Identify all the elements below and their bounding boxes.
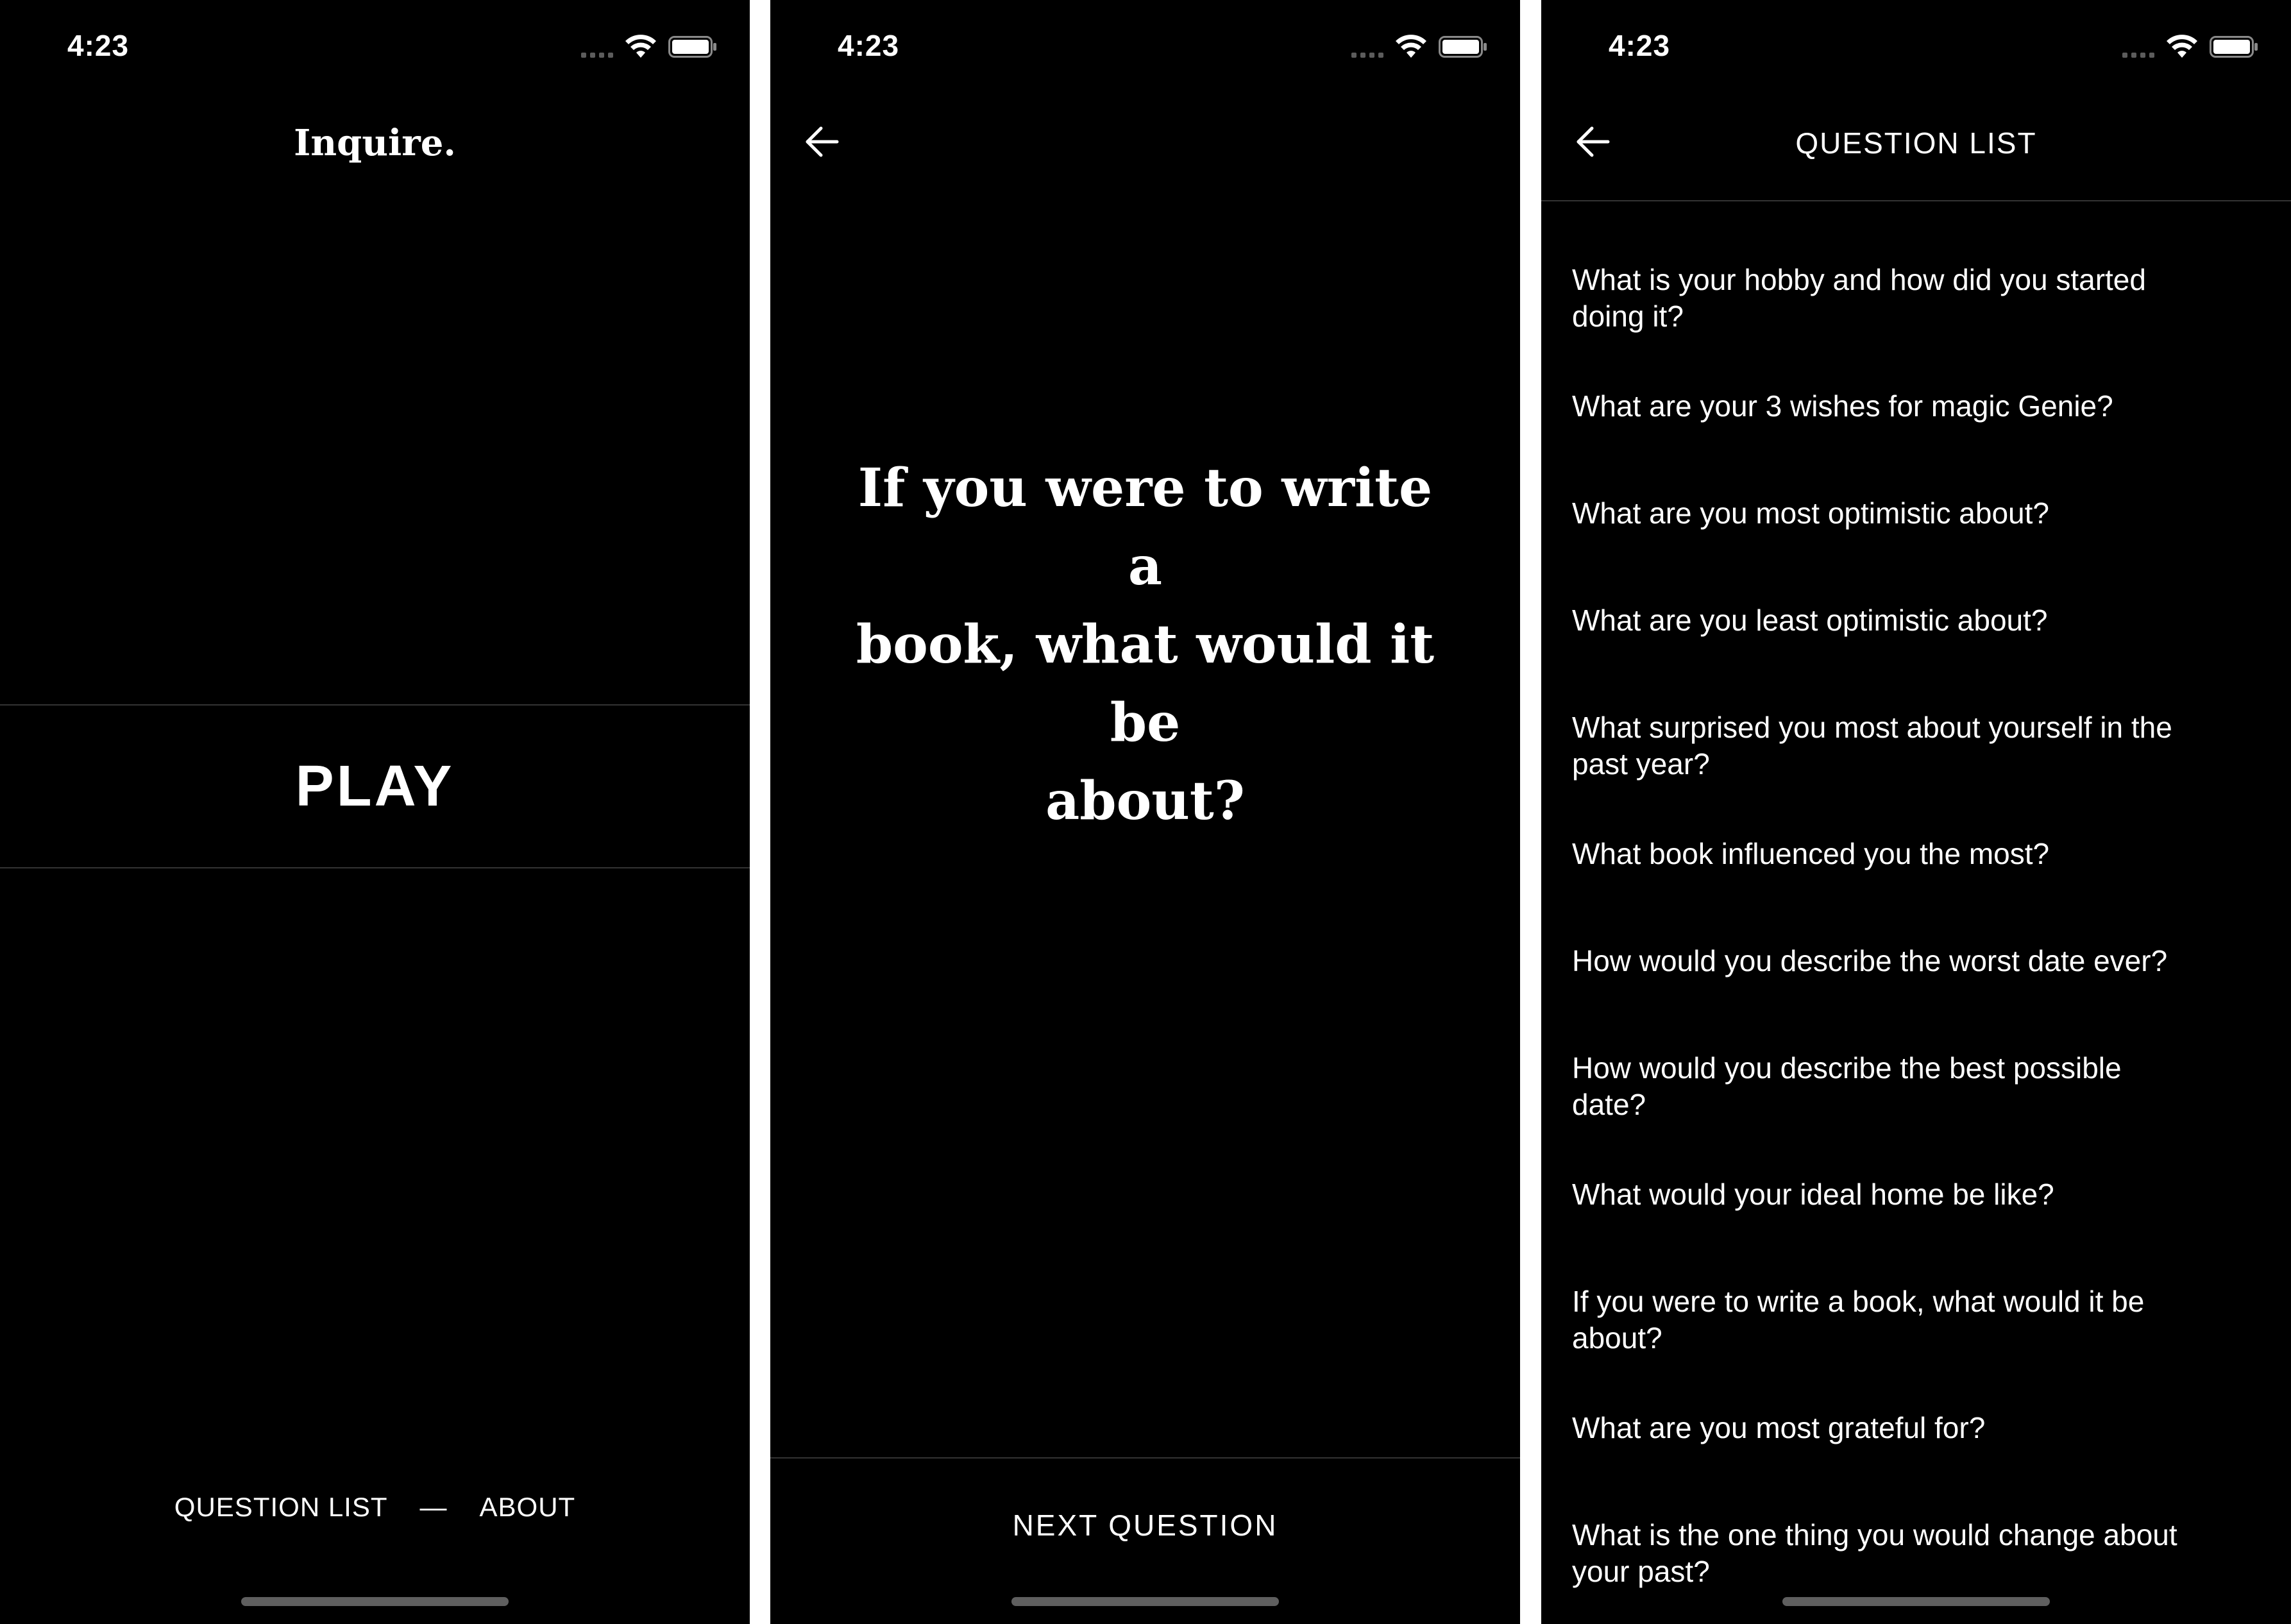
list-item-line: If you were to write a book, what would … — [1572, 1285, 2145, 1318]
list-item-line: What are your 3 wishes for magic Genie? — [1572, 389, 2113, 423]
wifi-icon — [625, 35, 656, 58]
list-item-line: What book influenced you the most? — [1572, 837, 2050, 870]
list-item[interactable]: What are you most optimistic about? — [1572, 495, 2265, 532]
home-indicator[interactable] — [1782, 1597, 2050, 1606]
list-item[interactable]: What surprised you most about yourself i… — [1572, 709, 2265, 782]
app-logo: Inquire. — [294, 122, 456, 164]
list-item[interactable]: What are you most grateful for? — [1572, 1410, 2265, 1446]
list-item-line: What would your ideal home be like? — [1572, 1178, 2054, 1211]
question-list: What is your hobby and how did you start… — [1572, 262, 2265, 1624]
question-line: book, what would it be — [856, 614, 1435, 754]
wifi-icon — [2167, 35, 2197, 58]
signal-icon — [2122, 53, 2156, 58]
list-item-line: What are you most optimistic about? — [1572, 496, 2049, 530]
signal-icon — [581, 53, 614, 58]
question-list-link[interactable]: QUESTION LIST — [174, 1492, 388, 1523]
home-indicator[interactable] — [1011, 1597, 1279, 1606]
list-item-line: date? — [1572, 1088, 1646, 1121]
status-time: 4:23 — [838, 29, 900, 62]
status-time: 4:23 — [1609, 29, 1671, 62]
list-item-line: doing it? — [1572, 300, 1684, 333]
screenshot-canvas: 4:23 Inquire. PLAY QUESTION LIST — ABOUT… — [0, 0, 2291, 1624]
question-screen: 4:23 If you were to write a book, what w… — [770, 0, 1520, 1624]
list-item-line: How would you describe the worst date ev… — [1572, 944, 2168, 977]
list-item-line: What are you most grateful for? — [1572, 1411, 1986, 1444]
question-line: about? — [1045, 770, 1245, 832]
arrow-left-icon[interactable] — [804, 123, 841, 160]
play-divider-bottom — [0, 867, 750, 868]
battery-icon — [1439, 36, 1487, 58]
list-item[interactable]: What would your ideal home be like? — [1572, 1176, 2265, 1213]
play-button[interactable]: PLAY — [0, 706, 750, 867]
list-item[interactable]: What are your 3 wishes for magic Genie? — [1572, 388, 2265, 425]
question-text: If you were to write a book, what would … — [834, 449, 1456, 840]
list-item[interactable]: How would you describe the best possible… — [1572, 1050, 2265, 1123]
list-item[interactable]: What is your hobby and how did you start… — [1572, 262, 2265, 335]
wifi-icon — [1396, 35, 1426, 58]
home-indicator[interactable] — [241, 1597, 509, 1606]
question-list-screen: 4:23 QUESTION LIST What is your hobby an… — [1541, 0, 2291, 1624]
list-item-line: past year? — [1572, 747, 1710, 781]
list-item[interactable]: How would you describe the worst date ev… — [1572, 943, 2265, 979]
header-divider — [1541, 200, 2291, 201]
battery-icon — [668, 36, 716, 58]
next-question-button[interactable]: NEXT QUESTION — [770, 1459, 1520, 1592]
about-link[interactable]: ABOUT — [480, 1492, 576, 1523]
bottom-nav: QUESTION LIST — ABOUT — [0, 1492, 750, 1523]
home-screen: 4:23 Inquire. PLAY QUESTION LIST — ABOUT — [0, 0, 750, 1624]
list-item[interactable]: If you were to write a book, what would … — [1572, 1283, 2265, 1357]
list-item-line: What surprised you most about yourself i… — [1572, 711, 2172, 744]
list-item-line: your past? — [1572, 1555, 1710, 1588]
nav-separator: — — [419, 1492, 448, 1522]
page-title: QUESTION LIST — [1795, 126, 2037, 160]
list-item-line: What is your hobby and how did you start… — [1572, 263, 2146, 296]
list-item-line: about? — [1572, 1321, 1662, 1355]
battery-icon — [2210, 36, 2258, 58]
list-item-line: How would you describe the best possible — [1572, 1051, 2122, 1085]
signal-icon — [1351, 53, 1385, 58]
list-item[interactable]: What book influenced you the most? — [1572, 836, 2265, 872]
list-item-line: What are you least optimistic about? — [1572, 604, 2048, 637]
list-item-line: What is the one thing you would change a… — [1572, 1518, 2177, 1552]
list-item[interactable]: What are you least optimistic about? — [1572, 602, 2265, 639]
status-time: 4:23 — [67, 29, 130, 62]
list-item[interactable]: What is the one thing you would change a… — [1572, 1517, 2265, 1590]
question-line: If you were to write a — [858, 457, 1433, 597]
